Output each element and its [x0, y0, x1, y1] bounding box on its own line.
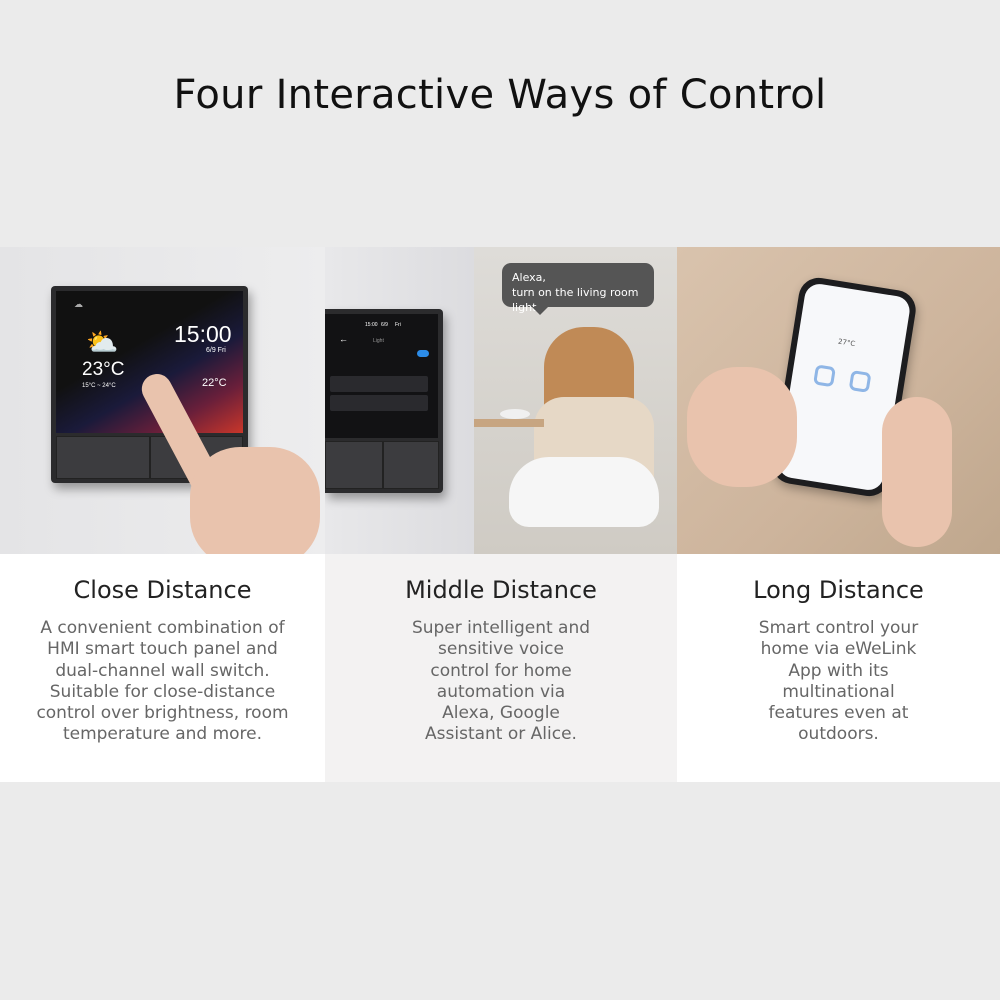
card-heading: Close Distance — [73, 576, 252, 604]
card-description: A convenient combination of HMI smart to… — [36, 618, 289, 745]
card-heading: Long Distance — [753, 576, 924, 604]
right-hand — [882, 397, 952, 547]
white-chair — [509, 457, 659, 527]
middle-distance-card: Middle Distance Super intelligent and se… — [325, 554, 677, 782]
long-distance-card: Long Distance Smart control your home vi… — [677, 554, 1000, 782]
voice-control-photo: Alexa, turn on the living room light. — [474, 247, 677, 554]
panel-screen: ☁ ⛅ 23°C 15°C ~ 24°C 15:00 6/9 Fri 22°C — [56, 291, 243, 433]
middle-panel-photo: 15:00 6/9 Fri ← Light — [325, 247, 474, 554]
screen-title: Light — [373, 338, 384, 344]
card-description: Super intelligent and sensitive voice co… — [411, 618, 591, 745]
long-distance-photo: 27°C — [677, 247, 1000, 554]
toggle-switch — [417, 350, 429, 357]
clock-date: 6/9 Fri — [206, 347, 226, 354]
left-hand — [687, 367, 797, 487]
close-distance-card: Close Distance A convenient combination … — [0, 554, 325, 782]
switch-button-right — [383, 441, 439, 489]
channel-2-button — [848, 370, 872, 393]
switch-button-left — [325, 441, 383, 489]
smart-panel-side: 15:00 6/9 Fri ← Light — [325, 309, 443, 493]
clock-time: 15:00 — [174, 321, 232, 347]
status-date: 6/9 — [381, 322, 388, 328]
smart-speaker — [500, 409, 530, 419]
back-arrow-icon: ← — [339, 334, 348, 344]
temperature-readout: 27°C — [837, 337, 856, 349]
card-description: Smart control your home via eWeLink App … — [758, 618, 919, 745]
brightness-slider — [330, 376, 428, 392]
card-heading: Middle Distance — [405, 576, 597, 604]
status-time: 15:00 — [365, 322, 378, 328]
weather-icon: ⛅ — [86, 327, 119, 357]
status-day: Fri — [395, 322, 401, 328]
hand — [190, 447, 320, 554]
page-title: Four Interactive Ways of Control — [173, 72, 827, 118]
cloud-icon: ☁ — [74, 299, 83, 309]
color-temp-slider — [330, 395, 428, 411]
indoor-temp: 22°C — [202, 377, 227, 389]
outdoor-temp: 23°C — [82, 359, 125, 380]
speech-bubble: Alexa, turn on the living room light. — [502, 263, 654, 315]
switch-button-left — [56, 436, 150, 479]
close-distance-photo: ☁ ⛅ 23°C 15°C ~ 24°C 15:00 6/9 Fri 22°C — [0, 247, 325, 554]
temp-range: 15°C ~ 24°C — [82, 383, 116, 389]
channel-1-button — [813, 364, 836, 388]
side-table — [474, 419, 544, 427]
